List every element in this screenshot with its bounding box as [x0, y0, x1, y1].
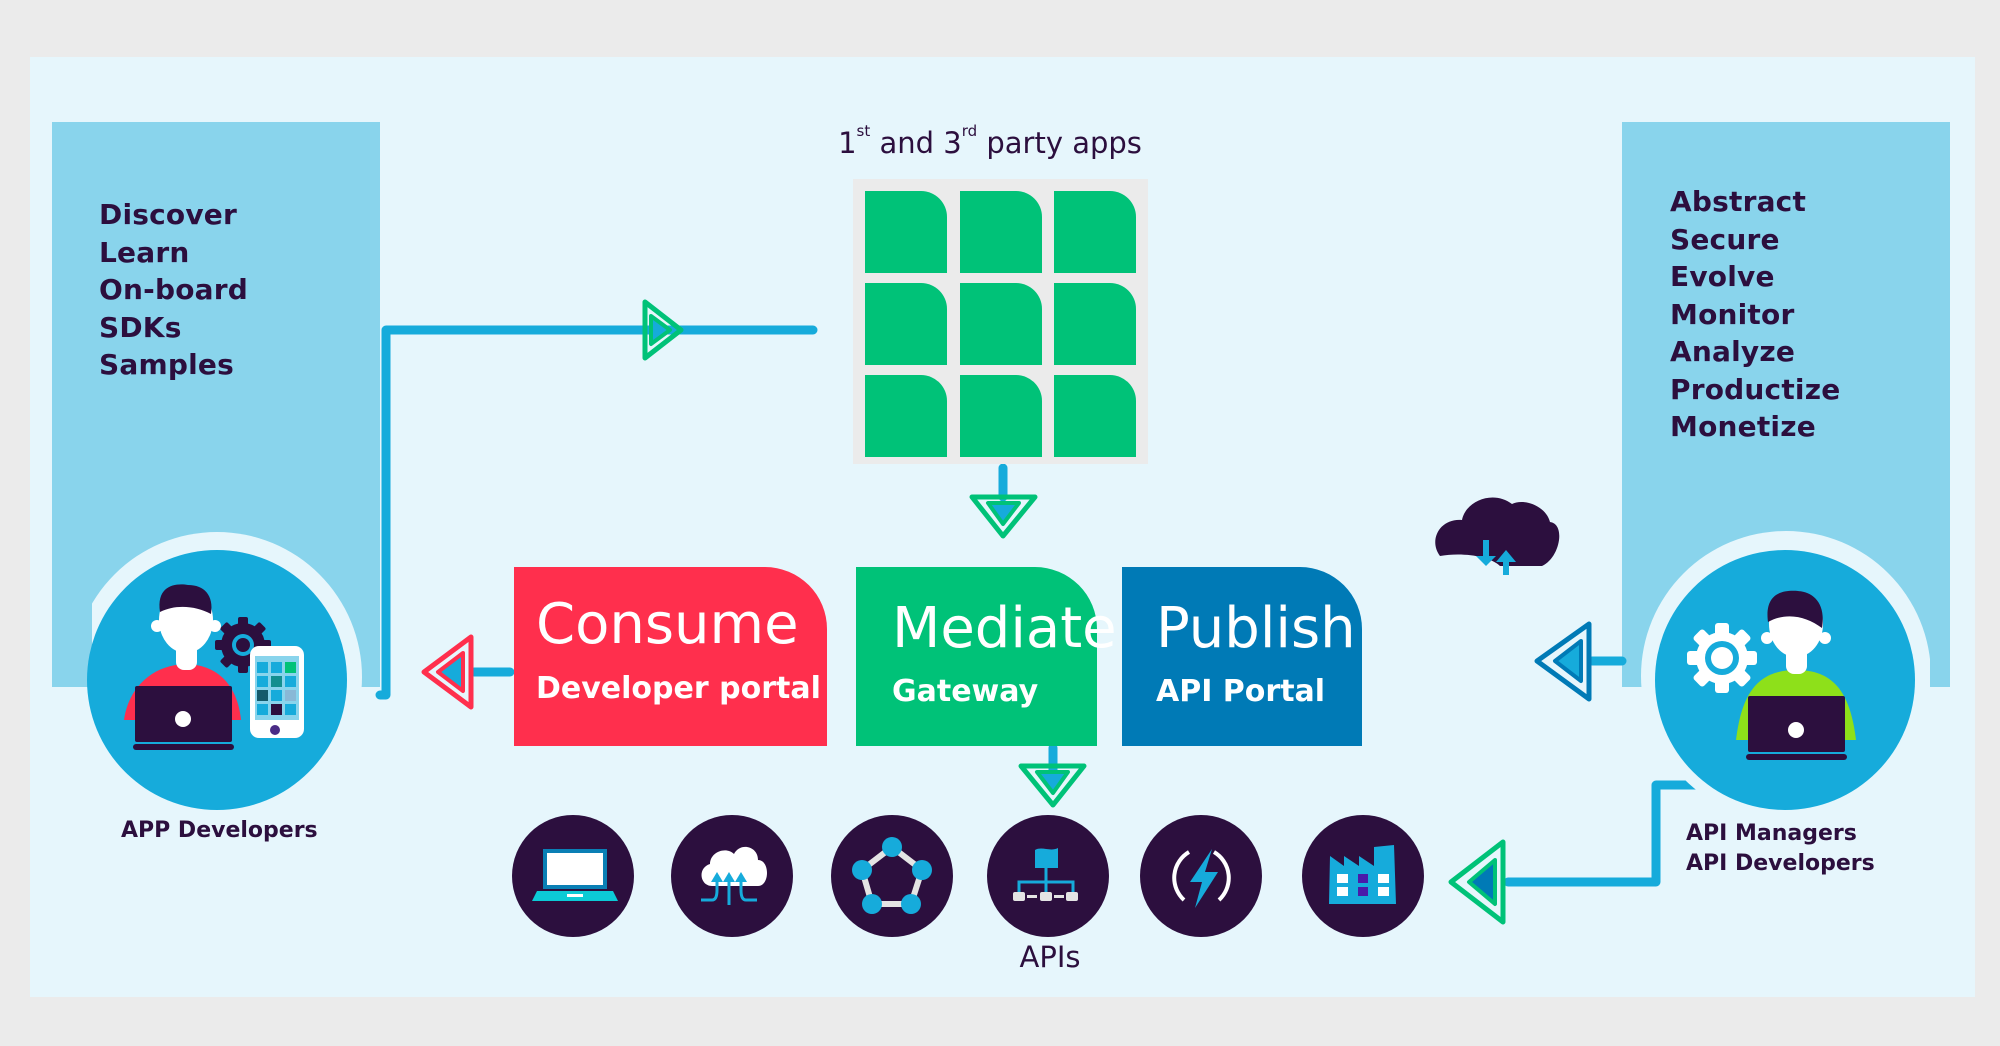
stage-consume[interactable]: Consume Developer portal: [514, 567, 827, 746]
stage-publish[interactable]: Publish API Portal: [1122, 567, 1362, 746]
gear-icon: [1687, 623, 1757, 693]
api-lightning-function-icon: [1140, 815, 1262, 937]
apps-title-sup: st: [856, 122, 871, 140]
app-tile[interactable]: [1054, 191, 1136, 273]
apps-grid: [853, 179, 1148, 464]
stage-subtitle: Developer portal: [536, 671, 821, 706]
api-cloud-upload-icon: [671, 815, 793, 937]
persona-role: API Managers: [1686, 821, 1857, 846]
app-tile[interactable]: [865, 375, 947, 457]
apps-title: 1st and 3rd party apps: [800, 122, 1180, 160]
apis-label: APIs: [1019, 940, 1081, 974]
app-tile[interactable]: [865, 191, 947, 273]
app-tile[interactable]: [960, 283, 1042, 365]
apps-title-part: 1: [838, 126, 857, 160]
app-developer-avatar: [52, 532, 362, 822]
app-developers-label: APP Developers: [121, 818, 318, 843]
arrow-down-icon: [1018, 763, 1087, 808]
stage-title: Consume: [536, 592, 799, 657]
stage-title: Mediate: [892, 596, 1117, 661]
cloud-sync-icon: [1435, 497, 1560, 575]
app-tile[interactable]: [1054, 375, 1136, 457]
apps-title-sup: rd: [961, 122, 978, 140]
app-tile[interactable]: [1054, 283, 1136, 365]
laptop-icon: [133, 686, 234, 750]
stage-mediate[interactable]: Mediate Gateway: [856, 567, 1117, 746]
arrow-left-icon: [421, 634, 474, 710]
arrow-left-icon: [1448, 839, 1506, 925]
api-factory-icon: [1302, 815, 1424, 937]
api-org-hierarchy-icon: [987, 815, 1109, 937]
stage-subtitle: Gateway: [892, 674, 1039, 709]
connector-team-to-apis: [1503, 780, 1705, 887]
stage-title: Publish: [1156, 596, 1356, 661]
api-team-label: API Managers API Developers: [1686, 819, 1875, 879]
apps-title-part: and 3: [870, 126, 962, 160]
persona-role: API Developers: [1686, 851, 1875, 876]
api-laptop-icon: [512, 815, 634, 937]
laptop-icon: [1746, 696, 1847, 760]
api-network-pentagon-icon: [831, 815, 953, 937]
app-tile[interactable]: [960, 191, 1042, 273]
stage-subtitle: API Portal: [1156, 674, 1326, 709]
arrow-down-icon: [969, 494, 1038, 539]
app-tile[interactable]: [960, 375, 1042, 457]
api-manager-avatar: [1641, 531, 1950, 821]
app-tile[interactable]: [865, 283, 947, 365]
smartphone-icon: [250, 646, 304, 738]
apps-title-part: party apps: [977, 126, 1142, 160]
arrow-left-icon: [1534, 621, 1592, 702]
